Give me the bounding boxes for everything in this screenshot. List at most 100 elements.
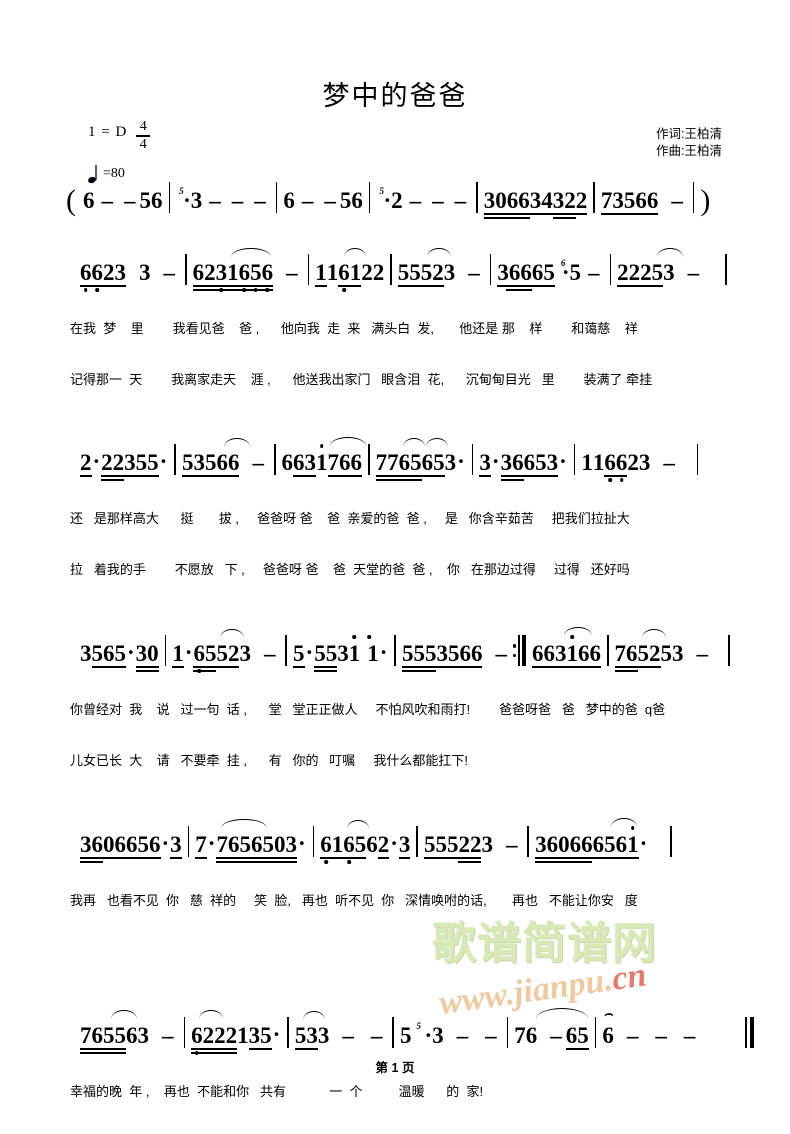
- measure: 2 · 2 2 3 5 5 ·: [80, 449, 168, 481]
- note: 3: [638, 450, 651, 475]
- note: 0: [495, 188, 507, 213]
- beam-group: 5 5: [314, 641, 338, 672]
- note: 5: [543, 260, 555, 285]
- beam-group: 2: [80, 450, 92, 477]
- note: 3: [139, 260, 151, 285]
- barline: [187, 826, 190, 857]
- beam-group: 3 6: [80, 832, 103, 863]
- note: 6: [149, 832, 161, 857]
- barline: [394, 635, 396, 666]
- beam-group: 3 1: [554, 635, 578, 668]
- measure: 3 0 6 6 3 4 3 2 2: [483, 188, 588, 219]
- measure: 6 2 3 1 6 5 6 –: [192, 248, 302, 292]
- note: 6: [589, 641, 601, 666]
- note: 5: [423, 832, 436, 857]
- note: –: [454, 188, 467, 213]
- note: 0: [147, 641, 159, 666]
- note: 3: [80, 832, 92, 857]
- note: 6: [80, 260, 92, 292]
- augmentation-dot: ·: [297, 831, 306, 856]
- note: 5: [325, 641, 338, 666]
- note: –: [252, 450, 264, 475]
- note: 3: [80, 641, 92, 666]
- note: 1: [349, 635, 360, 667]
- note: 2: [372, 260, 385, 285]
- lyrics-2: 还 是那样高大 挺 拔 , 爸爸呀 爸 爸 亲爱的爸 爸 , 是 你含辛茹苦 把…: [0, 476, 790, 612]
- beam-group: 6 1: [338, 248, 367, 292]
- note: –: [231, 188, 244, 213]
- note: 5: [577, 1023, 589, 1048]
- note: –: [409, 188, 422, 213]
- measure: 1 · 6 5 5 2 3 –: [172, 629, 279, 673]
- note: 2: [377, 832, 390, 857]
- beam-group: 3 6: [535, 832, 559, 863]
- beam-group: 5: [293, 641, 305, 668]
- system-3: 3 5 6 5 · 3 0 1 · 6 5 5 2 3 – 5 · 5 5 3 …: [0, 621, 790, 803]
- beam-group: 6 2: [191, 1010, 224, 1055]
- lyricist-line: 作词:王柏清: [656, 127, 722, 141]
- measure: 2 2 2 5 3 –: [617, 248, 703, 287]
- note: 1: [566, 635, 578, 667]
- lyrics-3: 你曾经对 我 说 过一句 话 , 堂 堂正正做人 不怕风吹和雨打! 爸爸呀爸 爸…: [0, 667, 790, 803]
- note: 5: [399, 1023, 412, 1048]
- measure: 3 5 6 5 · 3 0: [80, 640, 159, 672]
- note: 5: [137, 832, 150, 857]
- barline: [185, 254, 187, 285]
- note: 5: [260, 1023, 272, 1048]
- note: 5: [435, 832, 447, 857]
- note: –: [342, 1023, 354, 1048]
- augmentation-dot: ·: [161, 831, 170, 856]
- note: 6: [103, 641, 115, 666]
- lyrics-verse-1: 在我 梦 里 我看见爸 爸 , 他向我 走 来 满头白 发, 他还是 那 样 和…: [70, 321, 638, 336]
- note: 3: [500, 450, 513, 475]
- beam-group: 3: [170, 832, 182, 859]
- note: 2: [202, 1023, 215, 1048]
- note: 6: [615, 832, 628, 857]
- measure: 5 5 5 2 2 3 –: [423, 832, 522, 863]
- note: 5: [114, 1023, 127, 1048]
- note: 6: [531, 260, 544, 285]
- note: 6: [525, 1023, 538, 1048]
- barline: [312, 826, 315, 857]
- note: 5: [623, 188, 636, 213]
- barline: [527, 826, 530, 857]
- barline: [489, 254, 492, 285]
- beam-group: 2 2: [214, 1023, 238, 1054]
- barline: [471, 444, 474, 475]
- beam-group: 3 5 6 6: [436, 641, 483, 668]
- barline: [307, 254, 310, 285]
- note: 3: [135, 641, 148, 666]
- note: 6: [506, 188, 519, 213]
- note: –: [324, 188, 336, 213]
- note: –: [101, 188, 114, 213]
- beam-group: 7 6: [80, 1023, 104, 1054]
- augmentation-dot: ·: [92, 449, 101, 474]
- barline: [164, 635, 167, 666]
- lyrics-verse-1: 幸福的晚 年 , 再也 不能和你 共有 一 个 温暖 的 家!: [70, 1084, 484, 1099]
- note: 6: [283, 188, 295, 213]
- note: 6: [126, 1023, 138, 1048]
- note: 3: [663, 260, 675, 285]
- barline: [168, 182, 171, 213]
- measure: 3 6 6 6 5 6·5 –: [497, 258, 603, 291]
- note: 6: [281, 450, 294, 475]
- note: 5: [420, 260, 433, 285]
- note: 5: [314, 641, 326, 666]
- barline: [368, 444, 370, 475]
- measure: 1 1 6 1 2 2: [315, 248, 385, 292]
- beam-group: 3 5 5: [124, 450, 159, 477]
- note: 6: [512, 450, 524, 475]
- augmentation-dot: ·: [127, 640, 135, 665]
- measure: 3 6 0 6 6 5 6 · 3: [80, 831, 182, 863]
- note: 5: [410, 450, 422, 475]
- note: 2: [432, 260, 444, 285]
- beam-group: 2: [377, 832, 390, 859]
- measure: 5·3 – – –: [176, 186, 270, 214]
- beam-group: 7 6: [614, 641, 638, 672]
- note: 6: [339, 450, 351, 475]
- note: 6: [91, 1023, 104, 1048]
- beam-group: 6 1: [320, 832, 344, 864]
- measure: 3 · 3 6 6 5 3 ·: [479, 449, 567, 481]
- lyrics-verse-1: 我再 也看不见 你 慈 祥的 笑 脸, 再也 听不见 你 深情唤咐的话, 再也 …: [70, 893, 638, 908]
- beam-group: 3 0: [135, 641, 159, 672]
